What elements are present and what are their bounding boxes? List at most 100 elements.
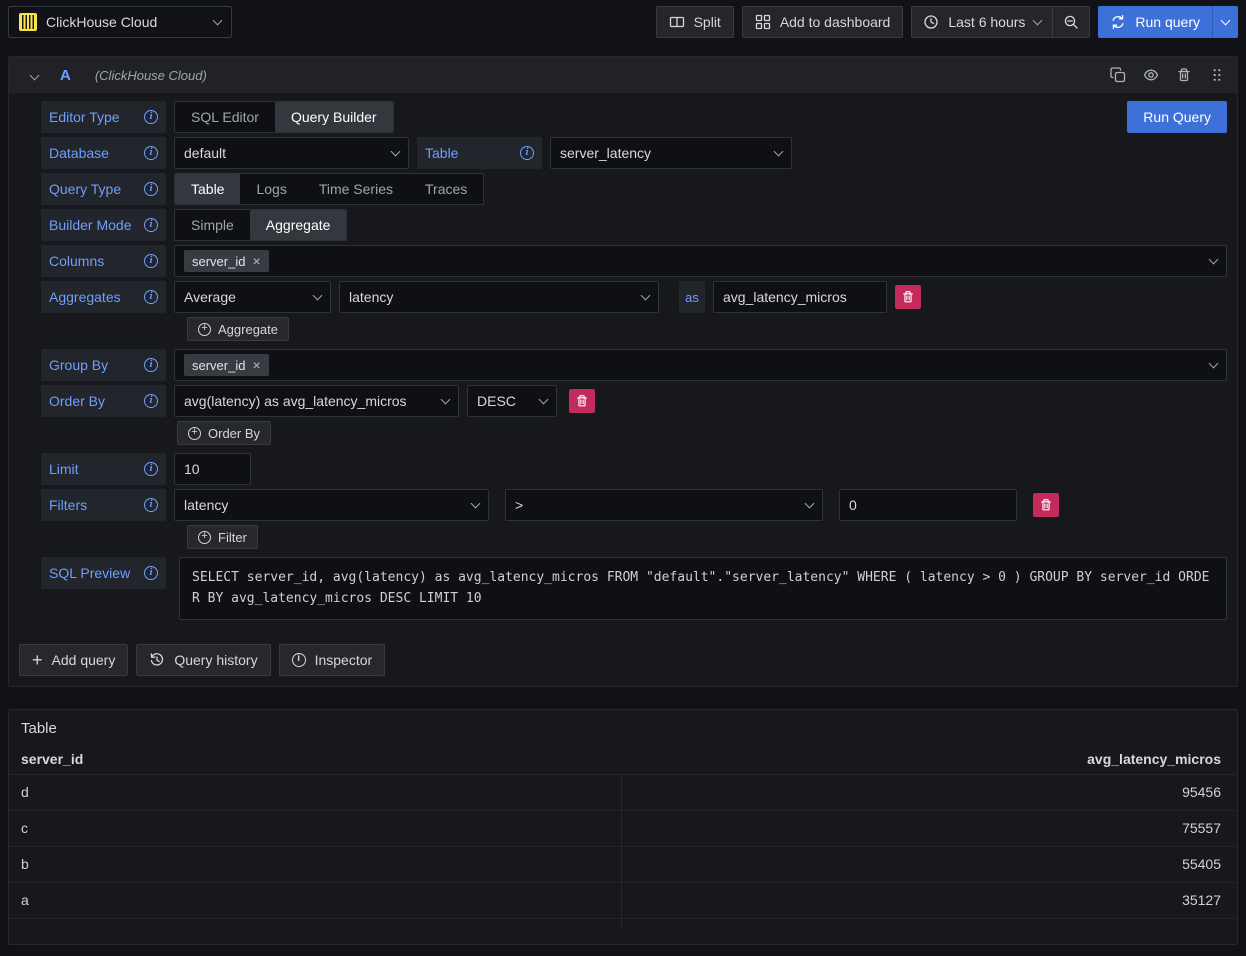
add-to-dashboard-button[interactable]: Add to dashboard: [742, 6, 904, 38]
zoom-out-time-button[interactable]: [1052, 7, 1089, 37]
table-row[interactable]: a 35127: [9, 883, 1237, 919]
chevron-down-icon: [774, 146, 784, 156]
table-value: server_latency: [560, 145, 651, 161]
add-aggregate-row: Aggregate: [41, 317, 1227, 341]
info-icon[interactable]: [144, 566, 158, 580]
info-icon[interactable]: [144, 358, 158, 372]
remove-tag-icon[interactable]: [252, 358, 260, 372]
delete-query-trash-icon[interactable]: [1176, 67, 1192, 83]
columns-label: Columns: [41, 245, 166, 277]
run-query-button[interactable]: Run query: [1098, 6, 1212, 38]
query-type-option-traces[interactable]: Traces: [409, 174, 483, 204]
table-row[interactable]: b 55405: [9, 847, 1237, 883]
info-icon[interactable]: [144, 394, 158, 408]
sql-preview-row: SQL Preview SELECT server_id, avg(latenc…: [41, 557, 1227, 620]
filter-operator-select[interactable]: >: [505, 489, 823, 521]
add-filter-row: Filter: [41, 525, 1227, 549]
column-header-avg-latency-micros[interactable]: avg_latency_micros: [621, 751, 1237, 767]
database-select[interactable]: default: [174, 137, 409, 169]
add-aggregate-button[interactable]: Aggregate: [187, 317, 289, 341]
table-header-row: server_id avg_latency_micros: [9, 745, 1237, 775]
trash-icon: [901, 290, 915, 304]
info-icon[interactable]: [144, 110, 158, 124]
filter-value-input[interactable]: [839, 489, 1017, 521]
run-query-dropdown-button[interactable]: [1212, 6, 1238, 38]
aggregate-alias-input[interactable]: [713, 281, 887, 313]
order-by-expression-select[interactable]: avg(latency) as avg_latency_micros: [174, 385, 459, 417]
plus-circle-icon: [198, 531, 211, 544]
duplicate-query-icon[interactable]: [1110, 67, 1126, 83]
filter-column-select[interactable]: latency: [174, 489, 489, 521]
add-filter-button[interactable]: Filter: [187, 525, 258, 549]
time-picker-group: Last 6 hours: [911, 6, 1090, 38]
aggregate-function-value: Average: [184, 289, 236, 305]
panel-title: Table: [9, 710, 1237, 745]
table-label: Table: [417, 137, 542, 169]
query-type-option-table[interactable]: Table: [175, 174, 240, 204]
add-order-by-button[interactable]: Order By: [177, 421, 271, 445]
order-by-direction-select[interactable]: DESC: [467, 385, 557, 417]
cell-avg-latency: 35127: [621, 892, 1237, 908]
split-button[interactable]: Split: [656, 6, 734, 38]
order-by-row: Order By avg(latency) as avg_latency_mic…: [41, 385, 1227, 417]
aggregate-function-select[interactable]: Average: [174, 281, 331, 313]
info-icon[interactable]: [144, 146, 158, 160]
run-query-editor-button[interactable]: Run Query: [1127, 101, 1227, 133]
info-icon[interactable]: [144, 290, 158, 304]
info-icon[interactable]: [144, 218, 158, 232]
info-icon[interactable]: [144, 462, 158, 476]
query-datasource-hint: (ClickHouse Cloud): [95, 68, 207, 83]
builder-mode-option-aggregate[interactable]: Aggregate: [250, 210, 347, 240]
add-to-dashboard-label: Add to dashboard: [780, 14, 891, 30]
columns-multiselect[interactable]: server_id: [174, 245, 1227, 277]
remove-tag-icon[interactable]: [252, 254, 260, 268]
group-by-row: Group By server_id: [41, 349, 1227, 381]
add-query-button[interactable]: Add query: [19, 644, 128, 676]
remove-order-by-button[interactable]: [569, 389, 595, 413]
editor-type-toggle: SQL Editor Query Builder: [174, 101, 394, 133]
query-history-button[interactable]: Query history: [136, 644, 270, 676]
plus-circle-icon: [188, 427, 201, 440]
cell-avg-latency: 95456: [621, 784, 1237, 800]
toggle-visibility-eye-icon[interactable]: [1143, 67, 1159, 83]
filter-operator-value: >: [515, 497, 523, 513]
drag-handle-icon[interactable]: [1209, 67, 1225, 83]
builder-mode-option-simple[interactable]: Simple: [175, 210, 250, 240]
query-type-row: Query Type Table Logs Time Series Traces: [41, 173, 1227, 205]
info-icon[interactable]: [144, 498, 158, 512]
editor-type-option-sql-editor[interactable]: SQL Editor: [175, 102, 275, 132]
datasource-picker[interactable]: ClickHouse Cloud: [8, 6, 232, 38]
table-row[interactable]: c 75557: [9, 811, 1237, 847]
cell-avg-latency: 55405: [621, 856, 1237, 872]
limit-input[interactable]: [174, 453, 251, 485]
query-type-option-time-series[interactable]: Time Series: [303, 174, 409, 204]
info-icon[interactable]: [144, 182, 158, 196]
columns-selected-tag: server_id: [184, 250, 269, 272]
column-header-server-id[interactable]: server_id: [9, 751, 621, 767]
collapse-query-icon[interactable]: [30, 70, 40, 80]
inspector-button[interactable]: Inspector: [279, 644, 386, 676]
datasource-picker-label: ClickHouse Cloud: [46, 14, 157, 30]
run-query-label: Run query: [1135, 14, 1200, 30]
aggregates-row: Aggregates Average latency as: [41, 281, 1227, 313]
chevron-down-icon: [539, 394, 549, 404]
table-select[interactable]: server_latency: [550, 137, 792, 169]
sql-preview-label: SQL Preview: [41, 557, 166, 589]
remove-aggregate-button[interactable]: [895, 285, 921, 309]
info-icon[interactable]: [144, 254, 158, 268]
toolbar-actions: Split Add to dashboard Last 6 hours Run …: [656, 6, 1238, 38]
remove-filter-button[interactable]: [1033, 493, 1059, 517]
as-keyword-label: as: [679, 281, 705, 313]
editor-type-option-query-builder[interactable]: Query Builder: [275, 102, 393, 132]
group-by-multiselect[interactable]: server_id: [174, 349, 1227, 381]
limit-label: Limit: [41, 453, 166, 485]
info-icon[interactable]: [520, 146, 534, 160]
aggregate-column-select[interactable]: latency: [339, 281, 659, 313]
table-row[interactable]: d 95456: [9, 775, 1237, 811]
query-type-option-logs[interactable]: Logs: [240, 174, 302, 204]
query-header-actions: [1110, 67, 1225, 83]
plus-circle-icon: [198, 323, 211, 336]
time-range-button[interactable]: Last 6 hours: [912, 7, 1052, 37]
builder-mode-row: Builder Mode Simple Aggregate: [41, 209, 1227, 241]
chevron-down-icon: [1221, 15, 1231, 25]
